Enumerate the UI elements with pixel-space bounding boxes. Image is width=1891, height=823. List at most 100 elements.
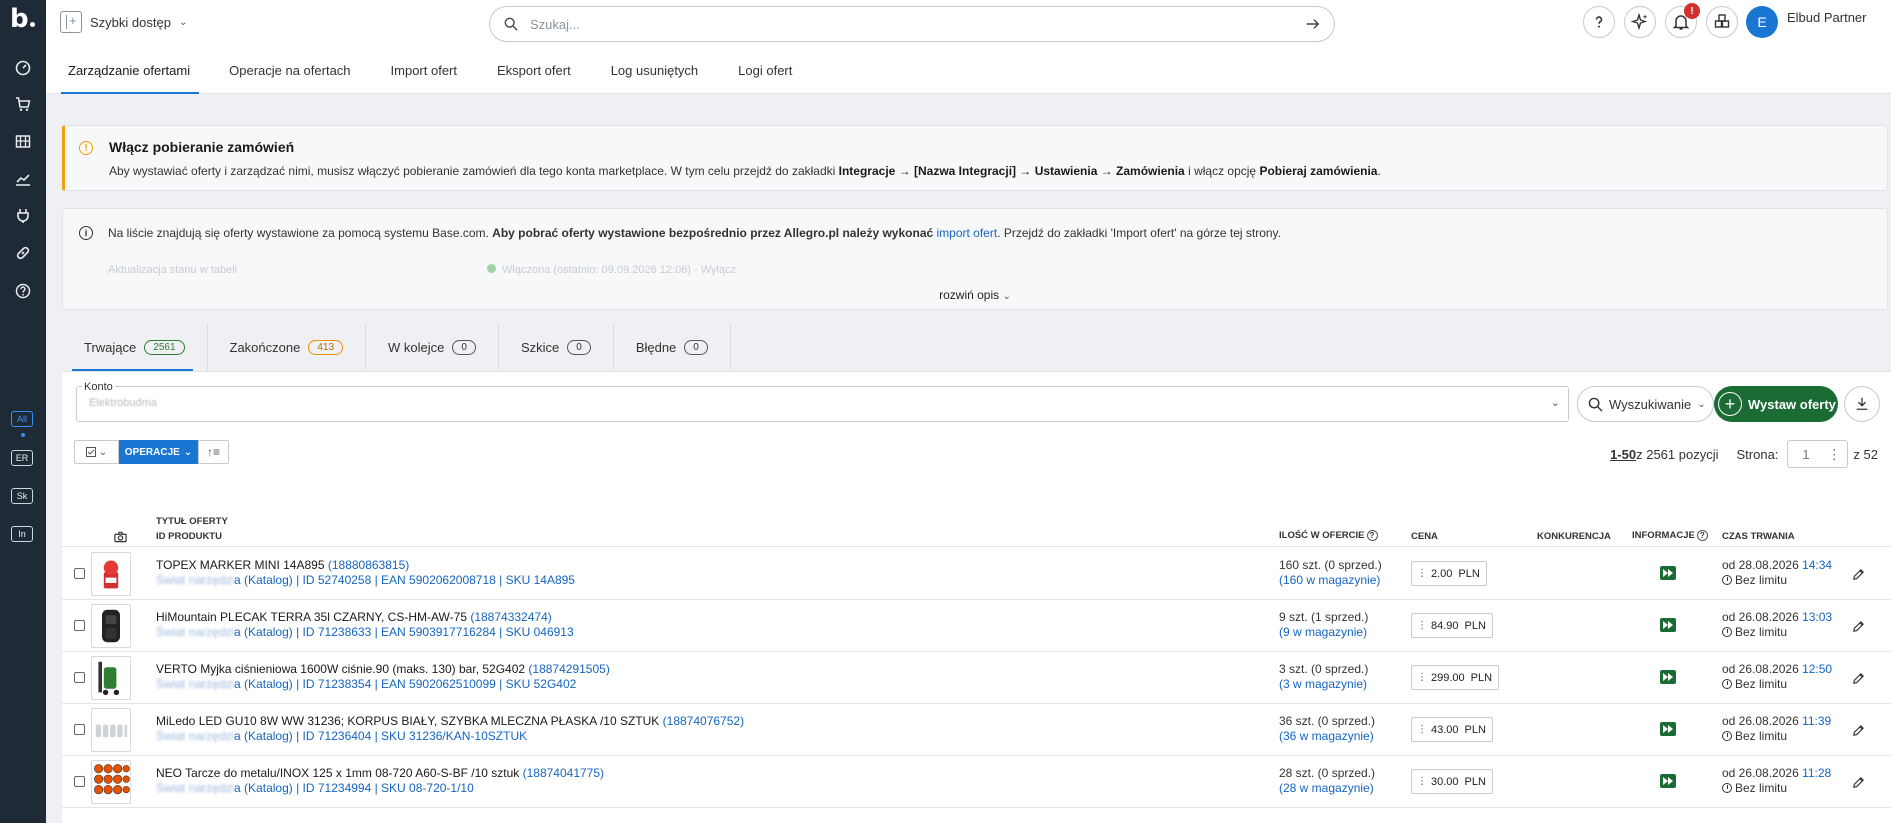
offer-title[interactable]: VERTO Myjka ciśnieniowa 1600W ciśnie.90 … — [156, 662, 610, 676]
select-all-dropdown[interactable]: ⌄ — [74, 440, 119, 464]
fast-forward-icon[interactable] — [1660, 566, 1676, 580]
quick-access[interactable]: Szybki dostęp ⌄ — [60, 11, 187, 33]
expand-description-button[interactable]: rozwiń opis ⌄ — [63, 288, 1887, 302]
product-image[interactable] — [91, 708, 131, 752]
col-product-id[interactable]: ID PRODUKTU — [156, 531, 222, 542]
row-checkbox[interactable] — [74, 724, 85, 735]
edit-pencil-icon[interactable] — [1848, 564, 1868, 584]
list-offers-button[interactable]: + Wystaw oferty — [1714, 386, 1838, 422]
col-price[interactable]: CENA — [1411, 531, 1438, 542]
offer-title[interactable]: MiLedo LED GU10 8W WW 31236; KORPUS BIAŁ… — [156, 714, 744, 728]
account-select[interactable]: Konto Elektrobudma ⌄ — [76, 381, 1569, 422]
product-image[interactable] — [91, 604, 131, 648]
row-checkbox[interactable] — [74, 776, 85, 787]
integrations-plug-icon[interactable] — [13, 206, 33, 226]
notifications-button[interactable]: ! — [1665, 3, 1700, 38]
col-qty[interactable]: ILOŚĆ W OFERCIE? — [1279, 530, 1378, 541]
catalog-link[interactable]: a (Katalog) — [234, 677, 293, 691]
account-filter-all[interactable]: All — [11, 411, 33, 427]
offer-id-link[interactable]: (18874332474) — [470, 610, 551, 624]
edit-pencil-icon[interactable] — [1848, 668, 1868, 688]
row-checkbox[interactable] — [74, 672, 85, 683]
col-competition[interactable]: KONKURENCJA — [1537, 531, 1611, 542]
fast-forward-icon[interactable] — [1660, 722, 1676, 736]
price-input[interactable]: ⋮ 43.00 PLN — [1411, 717, 1493, 742]
link-icon[interactable] — [13, 243, 33, 263]
price-input[interactable]: ⋮ 299.00 PLN — [1411, 665, 1500, 690]
table-row[interactable]: TOPEX MARKER MINI 14A895 (18880863815) Św… — [62, 548, 1891, 600]
ai-assistant-button[interactable] — [1624, 6, 1656, 38]
product-image[interactable] — [91, 656, 131, 700]
cart-icon[interactable] — [13, 94, 33, 114]
arrow-right-icon[interactable] — [1306, 17, 1320, 31]
stock-link[interactable]: (160 w magazynie) — [1279, 573, 1380, 587]
sort-button[interactable]: ↑≡ — [198, 440, 229, 464]
global-search[interactable] — [489, 6, 1335, 42]
stock-link[interactable]: (3 w magazynie) — [1279, 677, 1367, 691]
price-input[interactable]: ⋮ 84.90 PLN — [1411, 613, 1493, 638]
modules-button[interactable] — [1706, 6, 1738, 38]
tab-ended-offers[interactable]: Zakończone 413 — [207, 324, 367, 371]
row-checkbox[interactable] — [74, 620, 85, 631]
col-duration[interactable]: CZAS TRWANIA — [1722, 531, 1795, 542]
tab-offer-operations[interactable]: Operacje na ofertach — [229, 54, 374, 94]
base-logo[interactable]: b — [10, 4, 36, 34]
table-row[interactable]: MiLedo LED GU10 8W WW 31236; KORPUS BIAŁ… — [62, 704, 1891, 756]
catalog-link[interactable]: a (Katalog) — [234, 729, 293, 743]
search-filter-button[interactable]: Wyszukiwanie ⌄ — [1577, 386, 1714, 422]
download-button[interactable] — [1844, 386, 1880, 422]
fast-forward-icon[interactable] — [1660, 618, 1676, 632]
offer-id-link[interactable]: (18880863815) — [328, 558, 409, 572]
account-filter-in[interactable]: In — [11, 526, 33, 542]
catalog-link[interactable]: a (Katalog) — [234, 781, 293, 795]
operations-button[interactable]: OPERACJE ⌄ — [119, 440, 198, 464]
search-input[interactable] — [530, 16, 1306, 32]
table-row[interactable]: NEO Tarcze do metalu/INOX 125 x 1mm 08-7… — [62, 756, 1891, 808]
account-filter-er[interactable]: ER — [11, 450, 33, 466]
tab-offer-logs[interactable]: Logi ofert — [738, 54, 816, 94]
offer-id-link[interactable]: (18874041775) — [523, 766, 604, 780]
stats-icon[interactable] — [13, 169, 33, 189]
stock-link[interactable]: (36 w magazynie) — [1279, 729, 1374, 743]
tab-import-offers[interactable]: Import ofert — [391, 54, 481, 94]
offer-title[interactable]: HiMountain PLECAK TERRA 35l CZARNY, CS-H… — [156, 610, 552, 624]
offer-title[interactable]: NEO Tarcze do metalu/INOX 125 x 1mm 08-7… — [156, 766, 604, 780]
table-row[interactable]: VERTO Myjka ciśnieniowa 1600W ciśnie.90 … — [62, 652, 1891, 704]
row-checkbox[interactable] — [74, 568, 85, 579]
dashboard-icon[interactable] — [13, 58, 33, 78]
edit-pencil-icon[interactable] — [1848, 616, 1868, 636]
catalog-link[interactable]: a (Katalog) — [234, 573, 293, 587]
fast-forward-icon[interactable] — [1660, 774, 1676, 788]
catalog-link[interactable]: a (Katalog) — [234, 625, 293, 639]
price-input[interactable]: ⋮ 2.00 PLN — [1411, 561, 1487, 586]
import-offers-link[interactable]: import ofert — [937, 226, 998, 240]
price-input[interactable]: ⋮ 30.00 PLN — [1411, 769, 1493, 794]
offer-id-link[interactable]: (18874291505) — [528, 662, 609, 676]
warehouse-icon[interactable] — [13, 131, 33, 151]
account-filter-sk[interactable]: Sk — [11, 488, 33, 504]
tab-queued-offers[interactable]: W kolejce 0 — [366, 324, 499, 371]
fast-forward-icon[interactable] — [1660, 670, 1676, 684]
offer-id-link[interactable]: (18874076752) — [663, 714, 744, 728]
tab-export-offers[interactable]: Eksport ofert — [497, 54, 595, 94]
tab-offer-management[interactable]: Zarządzanie ofertami — [61, 54, 200, 94]
offer-title[interactable]: TOPEX MARKER MINI 14A895 (18880863815) — [156, 558, 409, 572]
product-image[interactable] — [91, 760, 131, 804]
product-image[interactable] — [91, 552, 131, 596]
stock-link[interactable]: (9 w magazynie) — [1279, 625, 1367, 639]
edit-pencil-icon[interactable] — [1848, 720, 1868, 740]
tab-drafts[interactable]: Szkice 0 — [498, 324, 614, 371]
range-link[interactable]: 1-50 — [1610, 447, 1636, 462]
tab-errors[interactable]: Błędne 0 — [613, 324, 731, 371]
user-menu[interactable]: E Elbud Partner — [1746, 6, 1867, 38]
stock-link[interactable]: (28 w magazynie) — [1279, 781, 1374, 795]
help-button[interactable] — [1583, 6, 1615, 38]
page-input[interactable]: 1 — [1787, 440, 1849, 468]
help-icon[interactable] — [13, 281, 33, 301]
table-row[interactable]: HiMountain PLECAK TERRA 35l CZARNY, CS-H… — [62, 600, 1891, 652]
tab-active-offers[interactable]: Trwające 2561 — [62, 324, 208, 371]
edit-pencil-icon[interactable] — [1848, 772, 1868, 792]
tab-deleted-log[interactable]: Log usuniętych — [611, 54, 722, 94]
col-info[interactable]: INFORMACJE? — [1632, 530, 1708, 541]
col-title[interactable]: TYTUŁ OFERTY — [156, 516, 228, 527]
